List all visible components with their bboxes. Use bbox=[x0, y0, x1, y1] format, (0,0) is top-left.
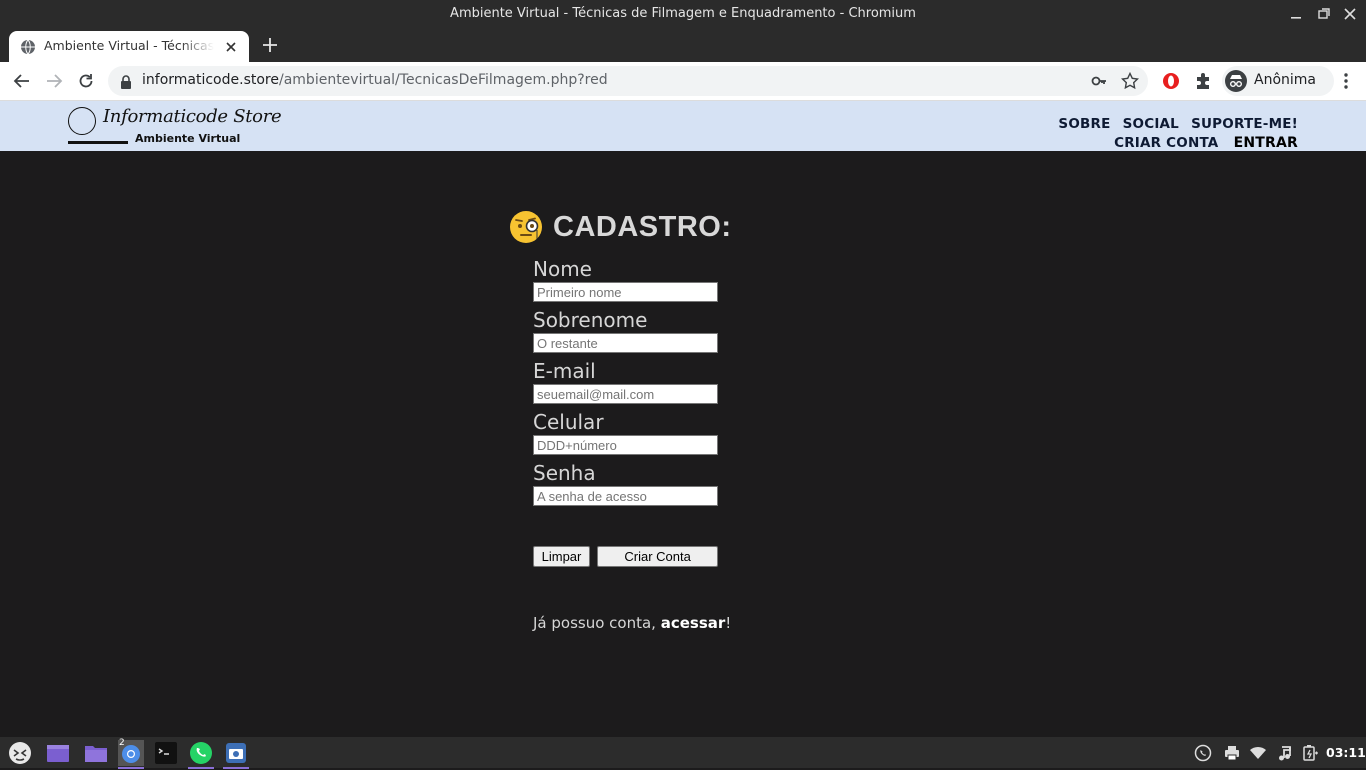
form-buttons: Limpar Criar Conta bbox=[533, 546, 719, 567]
new-tab-icon[interactable] bbox=[260, 35, 280, 55]
tab-title: Ambiente Virtual - Técnicas de Filmagem … bbox=[44, 38, 214, 53]
files-folder-icon[interactable] bbox=[83, 740, 109, 766]
signup-form: Nome Sobrenome E-mail Celular Senha bbox=[533, 256, 733, 511]
terminal-icon[interactable] bbox=[153, 740, 179, 766]
login-prompt-suffix: ! bbox=[725, 614, 732, 632]
chromium-window-count: 2 bbox=[119, 738, 125, 748]
sobrenome-label: Sobrenome bbox=[533, 308, 648, 332]
field-senha: Senha bbox=[533, 460, 733, 511]
url-host: informaticode.store bbox=[142, 72, 279, 88]
incognito-icon bbox=[1225, 70, 1247, 92]
field-sobrenome: Sobrenome bbox=[533, 307, 733, 358]
form-heading: CADASTRO: bbox=[553, 210, 732, 243]
workspace-icon[interactable] bbox=[45, 740, 71, 766]
sobrenome-input[interactable] bbox=[533, 333, 718, 353]
address-bar[interactable]: informaticode.store/ambientevirtual/Tecn… bbox=[108, 66, 1148, 96]
acessar-link[interactable]: acessar bbox=[661, 614, 726, 632]
lock-icon[interactable] bbox=[120, 74, 132, 89]
celular-input[interactable] bbox=[533, 435, 718, 455]
printer-icon[interactable] bbox=[1223, 744, 1241, 762]
nome-label: Nome bbox=[533, 257, 592, 281]
celular-label: Celular bbox=[533, 410, 604, 434]
url-path: /ambientevirtual/TecnicasDeFilmagem.php?… bbox=[279, 72, 608, 88]
chromium-taskbar-icon[interactable]: 2 bbox=[118, 738, 144, 769]
minimize-icon[interactable] bbox=[1286, 4, 1306, 24]
battery-charging-icon[interactable] bbox=[1301, 744, 1319, 762]
whatsapp-icon[interactable] bbox=[188, 740, 214, 769]
logo-brand: Informaticode Store bbox=[103, 106, 282, 127]
email-input[interactable] bbox=[533, 384, 718, 404]
screenshot-camera-icon[interactable] bbox=[223, 740, 249, 769]
nav-social[interactable]: SOCIAL bbox=[1123, 116, 1179, 132]
window-title: Ambiente Virtual - Técnicas de Filmagem … bbox=[450, 6, 916, 21]
globe-icon bbox=[20, 39, 36, 55]
music-note-icon[interactable] bbox=[1275, 744, 1293, 762]
nav-entrar[interactable]: ENTRAR bbox=[1234, 135, 1298, 151]
forward-icon[interactable] bbox=[44, 71, 64, 91]
login-prompt-text: Já possuo conta, bbox=[533, 614, 661, 632]
whatsapp-tray-icon[interactable] bbox=[1194, 744, 1212, 762]
nome-input[interactable] bbox=[533, 282, 718, 302]
reload-icon[interactable] bbox=[76, 71, 96, 91]
bookmark-star-icon[interactable] bbox=[1120, 71, 1140, 90]
site-header: Informaticode Store Ambiente Virtual SOB… bbox=[0, 101, 1366, 151]
field-email: E-mail bbox=[533, 358, 733, 409]
window-titlebar: Ambiente Virtual - Técnicas de Filmagem … bbox=[0, 0, 1366, 28]
monocle-face-icon bbox=[509, 210, 543, 244]
profile-label: Anônima bbox=[1254, 72, 1316, 88]
extensions-puzzle-icon[interactable] bbox=[1193, 71, 1213, 91]
field-celular: Celular bbox=[533, 409, 733, 460]
tab-strip: Ambiente Virtual - Técnicas de Filmagem … bbox=[0, 28, 1366, 62]
browser-toolbar: informaticode.store/ambientevirtual/Tecn… bbox=[0, 62, 1366, 101]
nav-criar-conta[interactable]: CRIAR CONTA bbox=[1114, 135, 1218, 151]
email-label: E-mail bbox=[533, 359, 596, 383]
logo-underline bbox=[68, 141, 128, 144]
key-icon[interactable] bbox=[1090, 72, 1108, 90]
logo-subtitle: Ambiente Virtual bbox=[135, 132, 241, 145]
taskbar: 2 03:11 bbox=[0, 737, 1366, 769]
taskbar-clock: 03:11 bbox=[1326, 745, 1366, 760]
criar-conta-button[interactable]: Criar Conta bbox=[597, 546, 719, 567]
field-nome: Nome bbox=[533, 256, 733, 307]
login-prompt: Já possuo conta, acessar! bbox=[533, 614, 731, 632]
url-text: informaticode.store/ambientevirtual/Tecn… bbox=[142, 72, 608, 88]
back-icon[interactable] bbox=[12, 71, 32, 91]
wifi-icon[interactable] bbox=[1249, 744, 1267, 762]
site-logo[interactable]: Informaticode Store Ambiente Virtual bbox=[67, 104, 282, 148]
senha-label: Senha bbox=[533, 461, 596, 485]
senha-input[interactable] bbox=[533, 486, 718, 506]
start-menu-icon[interactable] bbox=[7, 740, 33, 766]
site-nav: SOBRE SOCIAL SUPORTE-ME! CRIAR CONTA ENT… bbox=[1051, 113, 1298, 151]
limpar-button[interactable]: Limpar bbox=[533, 546, 590, 567]
incognito-profile-button[interactable]: Anônima bbox=[1222, 66, 1334, 96]
close-window-icon[interactable] bbox=[1340, 4, 1360, 24]
browser-menu-icon[interactable] bbox=[1336, 71, 1356, 91]
logo-mark-icon bbox=[68, 107, 96, 135]
form-title: CADASTRO: bbox=[509, 210, 732, 244]
nav-suporte[interactable]: SUPORTE-ME! bbox=[1191, 116, 1298, 132]
close-tab-icon[interactable] bbox=[223, 39, 239, 55]
nav-sobre[interactable]: SOBRE bbox=[1058, 116, 1110, 132]
browser-tab[interactable]: Ambiente Virtual - Técnicas de Filmagem … bbox=[9, 31, 249, 62]
restore-icon[interactable] bbox=[1314, 4, 1334, 24]
opera-icon[interactable] bbox=[1161, 71, 1181, 91]
